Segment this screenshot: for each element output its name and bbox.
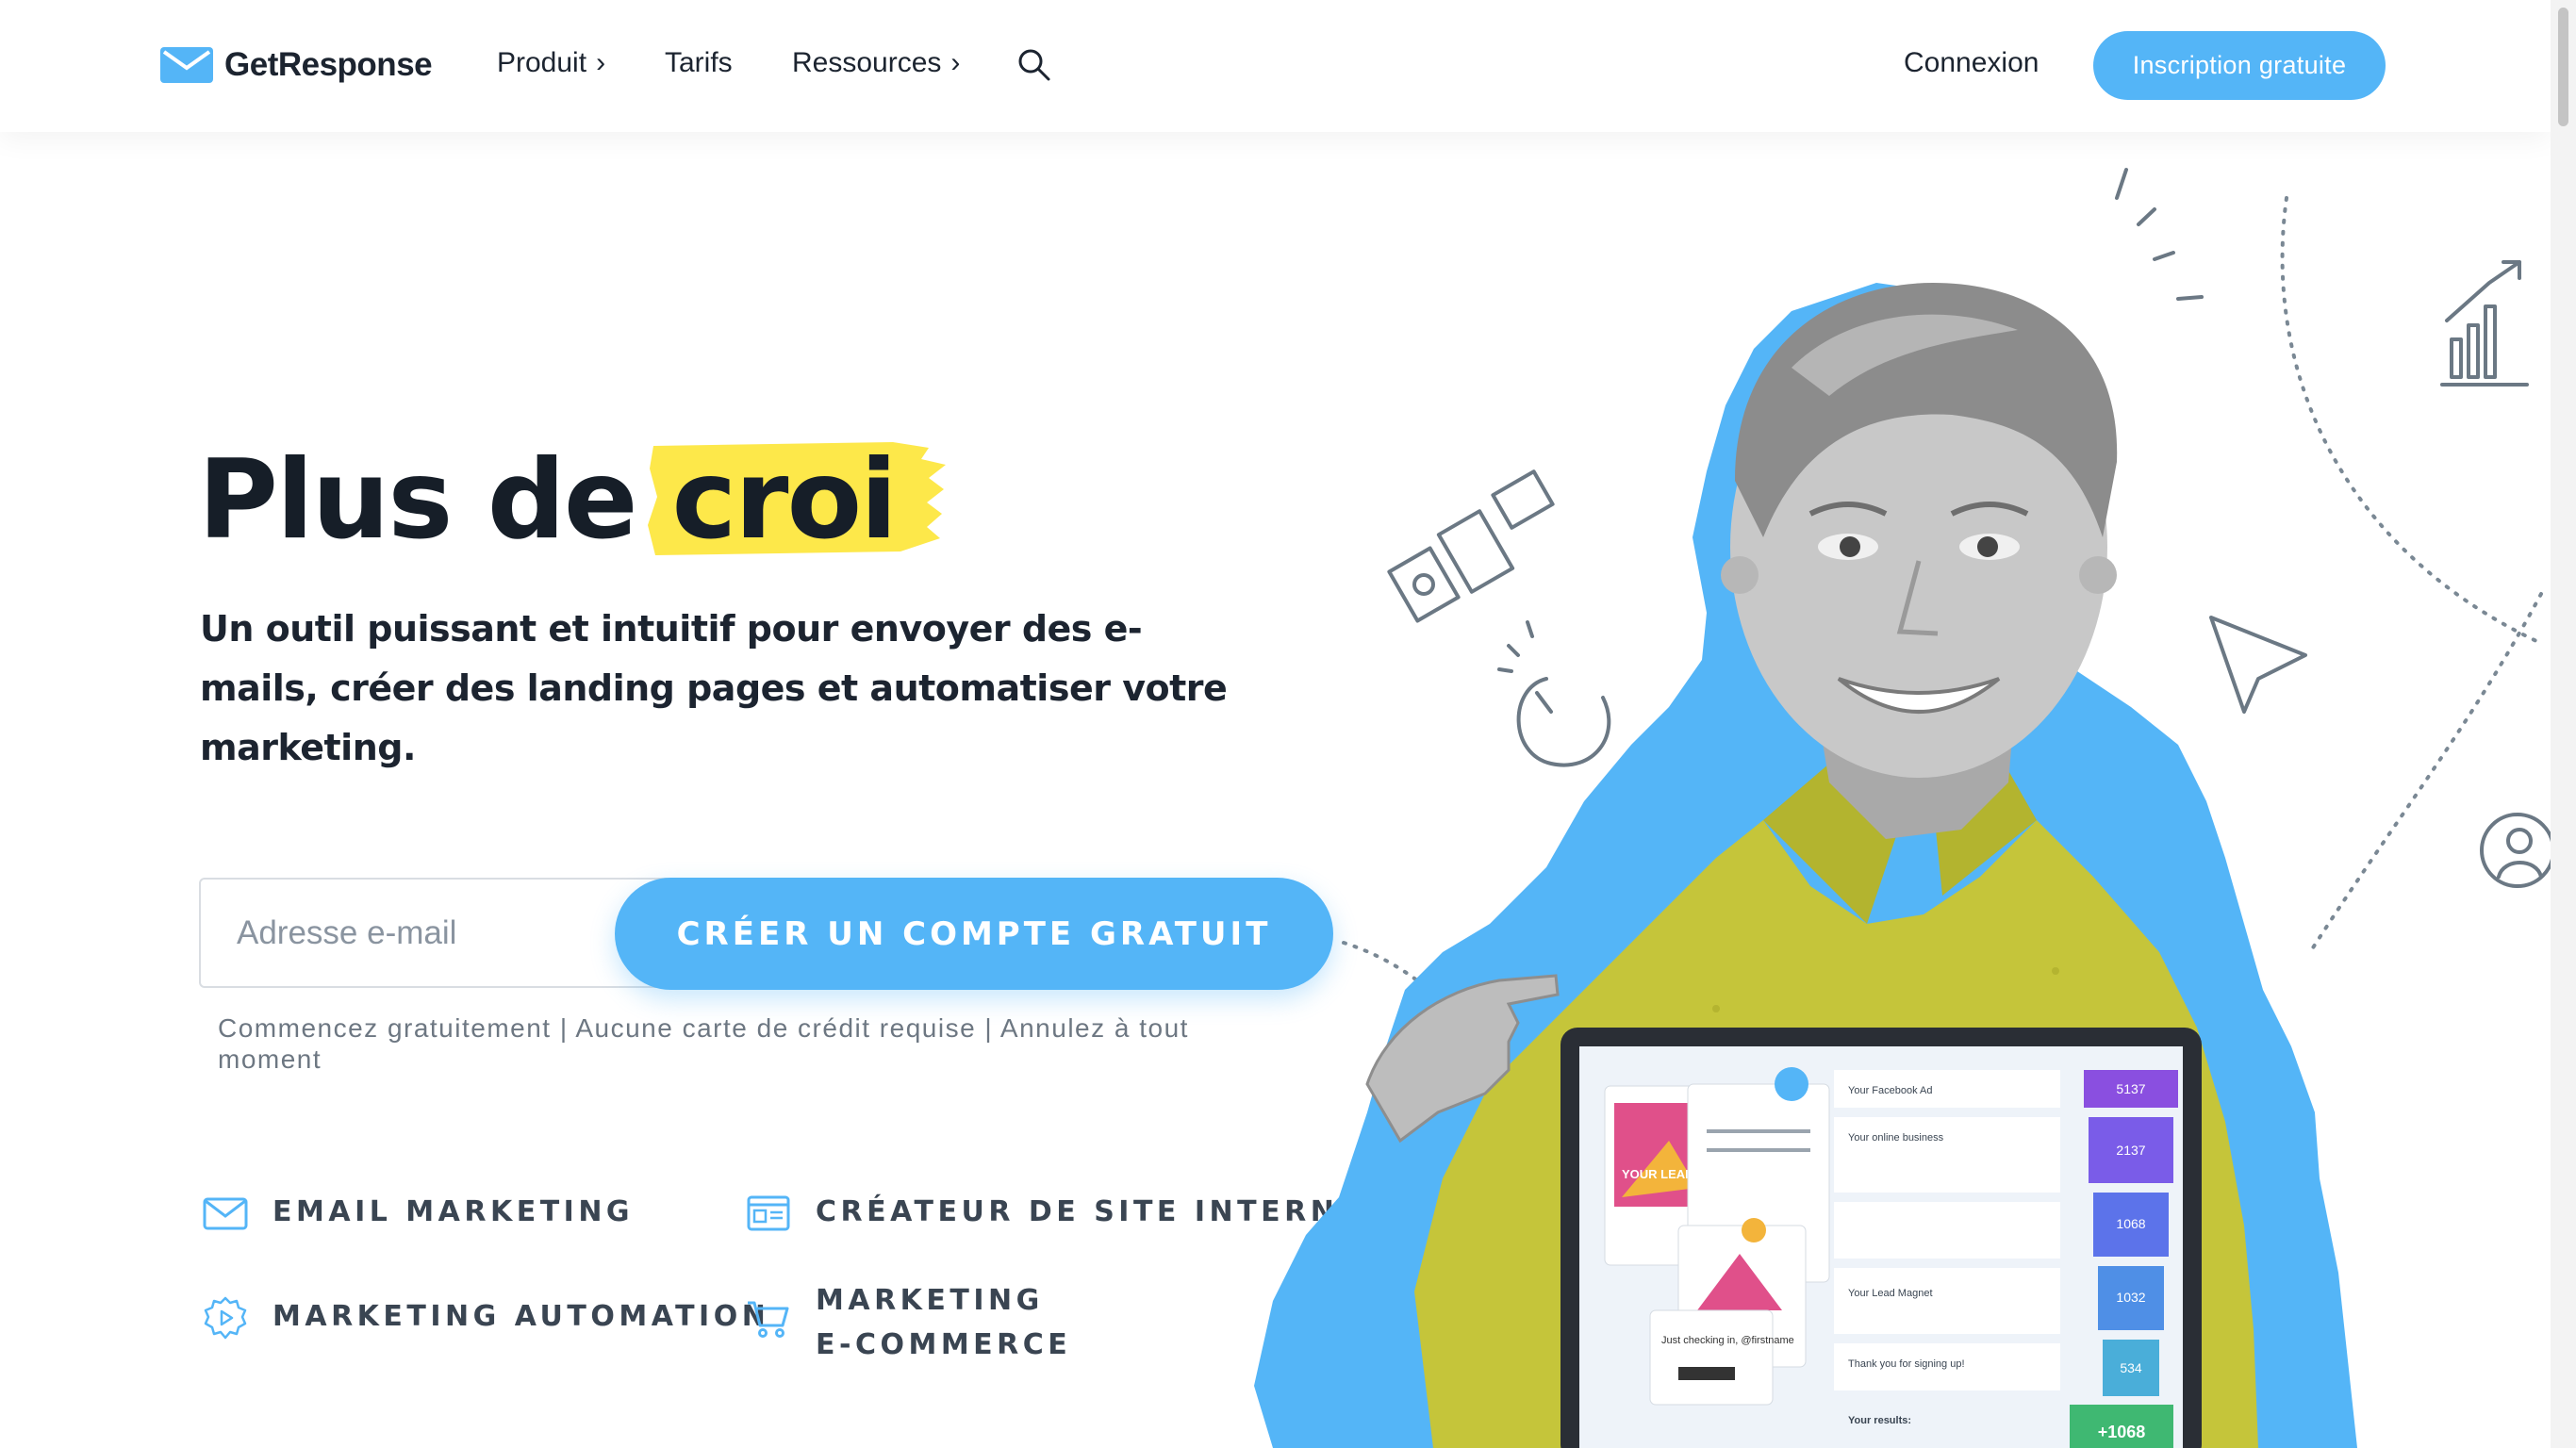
filter-funnel-icon — [2209, 616, 2307, 714]
laptop: YOUR LEAD MAGNET Just checking in, @firs… — [1560, 1028, 2202, 1448]
hero-highlight-word: croi — [671, 436, 898, 564]
chevron-right-icon: › — [596, 47, 606, 78]
stats-row-label: Your Lead Magnet — [1848, 1288, 1933, 1299]
magnet-icon — [1497, 620, 1611, 767]
spark-lines-icon — [2115, 168, 2204, 301]
hero-subtitle: Un outil puissant et intuitif pour envoy… — [200, 608, 1228, 768]
laptop-stats-rows: Your Facebook Ad Your online business Yo… — [1834, 1070, 2060, 1426]
feature-label: EMAIL MARKETING — [272, 1195, 635, 1228]
envelope-logo-icon — [160, 47, 213, 83]
nav-tarifs-label: Tarifs — [665, 47, 733, 78]
create-free-account-button[interactable]: CRÉER UN COMPTE GRATUIT — [615, 878, 1333, 990]
nav-produit-label: Produit — [497, 47, 587, 78]
shopping-cart-icon — [748, 1301, 789, 1338]
scrollbar-thumb[interactable] — [2558, 8, 2568, 126]
brand-name: GetResponse — [224, 46, 433, 83]
nav-ressources-label: Ressources — [792, 47, 942, 78]
envelope-icon — [203, 1197, 248, 1230]
hero-title-highlight: croi — [647, 436, 946, 564]
login-link[interactable]: Connexion — [1904, 47, 2039, 79]
stats-row-label: Your Facebook Ad — [1848, 1085, 1933, 1096]
hero-title: Plus de croi — [198, 434, 946, 566]
feature-label: MARKETING E-COMMERCE — [816, 1284, 1072, 1361]
feature-marketing-automation[interactable]: MARKETING AUTOMATION — [202, 1294, 769, 1341]
stats-row-label: Your online business — [1848, 1132, 1944, 1144]
top-navigation-bar: GetResponse Produit › Tarifs Ressources … — [0, 0, 2551, 132]
hero-illustration: YOUR LEAD MAGNET Just checking in, @firs… — [1254, 168, 2551, 1448]
bar-chart-icon — [2440, 260, 2529, 387]
hero-title-prefix: Plus de — [198, 436, 637, 564]
user-profile-icon — [2480, 813, 2551, 888]
nav-produit[interactable]: Produit › — [497, 47, 605, 79]
funnel-value: 1068 — [2116, 1216, 2145, 1231]
results-label: Your results: — [1848, 1415, 1911, 1426]
feature-label: MARKETING AUTOMATION — [272, 1300, 770, 1333]
checking-in-text: Just checking in, @firstname — [1661, 1335, 1794, 1346]
automation-gear-icon — [204, 1296, 247, 1340]
funnel-value: 5137 — [2116, 1081, 2145, 1096]
feature-email-marketing[interactable]: EMAIL MARKETING — [202, 1190, 634, 1237]
signup-fine-print: Commencez gratuitement | Aucune carte de… — [218, 1013, 1189, 1074]
funnel-value: 2137 — [2116, 1143, 2145, 1158]
getresponse-logo[interactable]: GetResponse — [160, 43, 433, 87]
funnel-value: 534 — [2120, 1360, 2142, 1375]
documents-icon — [1387, 469, 1555, 623]
chevron-right-icon: › — [950, 47, 961, 78]
ear — [1721, 556, 1759, 594]
feature-ecommerce-marketing[interactable]: MARKETING E-COMMERCE — [745, 1278, 1071, 1367]
search-icon[interactable] — [1016, 47, 1052, 83]
ear — [2079, 556, 2117, 594]
nav-tarifs[interactable]: Tarifs — [665, 47, 733, 79]
growth-value: +1068 — [2098, 1423, 2146, 1441]
stats-row-label: Thank you for signing up! — [1848, 1358, 1965, 1370]
page-scrollbar[interactable] — [2551, 0, 2576, 1448]
funnel-value: 1032 — [2116, 1290, 2145, 1305]
nav-ressources[interactable]: Ressources › — [792, 47, 960, 79]
signup-button[interactable]: Inscription gratuite — [2093, 31, 2386, 100]
website-builder-icon — [747, 1195, 790, 1231]
